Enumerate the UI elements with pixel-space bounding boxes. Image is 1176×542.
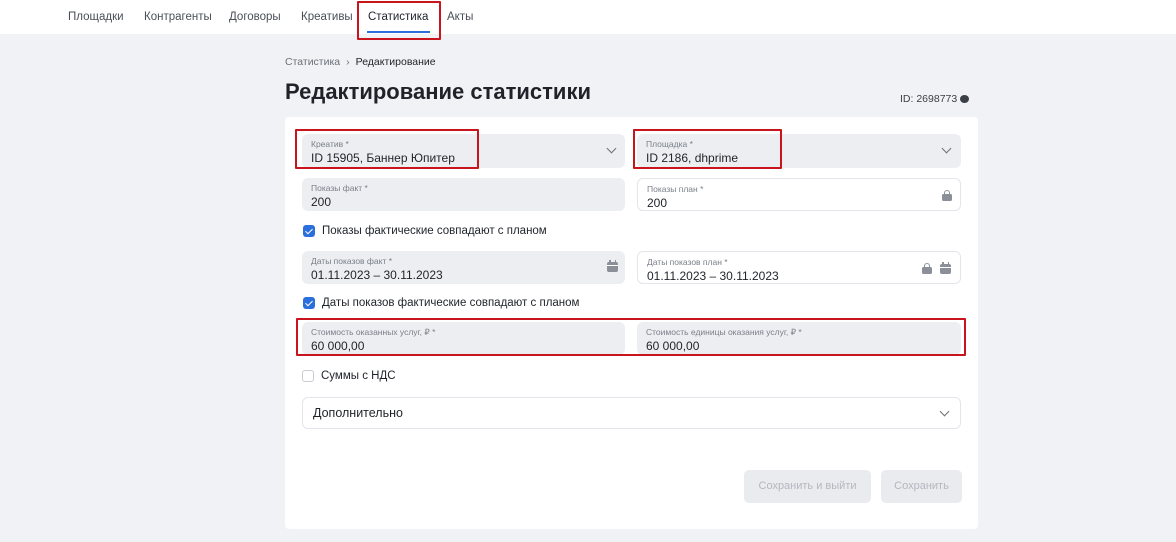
additional-label: Дополнительно bbox=[313, 406, 403, 420]
dates-plan-value: 01.11.2023 – 30.11.2023 bbox=[647, 269, 779, 283]
nav-statistics-highlight bbox=[357, 1, 441, 40]
additional-section-toggle[interactable]: Дополнительно bbox=[302, 397, 961, 429]
services-cost-value: 60 000,00 bbox=[311, 339, 365, 353]
platform-select[interactable]: Площадка * ID 2186, dhprime bbox=[637, 134, 961, 168]
unit-cost-value: 60 000,00 bbox=[646, 339, 700, 353]
breadcrumb-separator: › bbox=[346, 56, 350, 68]
unit-cost-field[interactable]: Стоимость единицы оказания услуг, ₽ * 60… bbox=[637, 322, 961, 355]
platform-label: Площадка * bbox=[646, 139, 693, 149]
chevron-down-icon bbox=[606, 143, 617, 154]
dates-fact-label: Даты показов факт * bbox=[311, 256, 393, 266]
dates-plan-label: Даты показов план * bbox=[647, 257, 728, 267]
save-button[interactable]: Сохранить bbox=[881, 470, 962, 503]
impressions-match-checkbox[interactable] bbox=[303, 225, 315, 237]
nav-item-contractors[interactable]: Контрагенты bbox=[144, 11, 212, 23]
dates-fact-field[interactable]: Даты показов факт * 01.11.2023 – 30.11.2… bbox=[302, 251, 625, 284]
chat-icon[interactable] bbox=[960, 95, 970, 103]
nav-item-contracts[interactable]: Договоры bbox=[229, 11, 281, 23]
nav-item-platforms[interactable]: Площадки bbox=[68, 11, 124, 23]
dates-match-checkbox[interactable] bbox=[303, 297, 315, 309]
vat-checkbox[interactable] bbox=[302, 370, 314, 382]
calendar-icon bbox=[940, 262, 951, 274]
platform-value: ID 2186, dhprime bbox=[646, 151, 739, 165]
page-id-text: ID: 2698773 bbox=[900, 93, 958, 105]
impressions-fact-field[interactable]: Показы факт * 200 bbox=[302, 178, 625, 211]
chevron-down-icon bbox=[941, 143, 952, 154]
impressions-plan-value: 200 bbox=[647, 196, 668, 210]
lock-icon bbox=[942, 190, 952, 201]
save-and-exit-button[interactable]: Сохранить и выйти bbox=[744, 470, 871, 503]
breadcrumb: Статистика › Редактирование bbox=[285, 56, 436, 68]
lock-icon bbox=[922, 263, 932, 274]
dates-fact-value: 01.11.2023 – 30.11.2023 bbox=[311, 268, 443, 282]
dates-match-label: Даты показов фактические совпадают с пла… bbox=[322, 297, 580, 309]
chevron-down-icon bbox=[939, 406, 950, 417]
nav-item-acts[interactable]: Акты bbox=[447, 11, 473, 23]
breadcrumb-current: Редактирование bbox=[355, 56, 436, 68]
impressions-plan-label: Показы план * bbox=[647, 184, 704, 194]
creative-value: ID 15905, Баннер Юпитер bbox=[311, 151, 455, 165]
calendar-icon[interactable] bbox=[607, 260, 618, 272]
unit-cost-label: Стоимость единицы оказания услуг, ₽ * bbox=[646, 327, 802, 337]
top-nav: Площадки Контрагенты Договоры Креативы С… bbox=[0, 0, 1176, 34]
breadcrumb-parent[interactable]: Статистика bbox=[285, 56, 340, 68]
impressions-fact-value: 200 bbox=[311, 195, 332, 209]
impressions-match-label: Показы фактические совпадают с планом bbox=[322, 225, 547, 237]
impressions-plan-field: Показы план * 200 bbox=[637, 178, 961, 211]
page-id: ID: 2698773 bbox=[900, 93, 970, 105]
page-title: Редактирование статистики bbox=[285, 79, 591, 104]
services-cost-label: Стоимость оказанных услуг, ₽ * bbox=[311, 327, 436, 337]
creative-select[interactable]: Креатив * ID 15905, Баннер Юпитер bbox=[302, 134, 625, 168]
creative-label: Креатив * bbox=[311, 139, 349, 149]
nav-item-creatives[interactable]: Креативы bbox=[301, 11, 353, 23]
vat-label: Суммы с НДС bbox=[321, 370, 396, 382]
dates-plan-field: Даты показов план * 01.11.2023 – 30.11.2… bbox=[637, 251, 961, 284]
services-cost-field[interactable]: Стоимость оказанных услуг, ₽ * 60 000,00 bbox=[302, 322, 625, 355]
impressions-fact-label: Показы факт * bbox=[311, 183, 368, 193]
